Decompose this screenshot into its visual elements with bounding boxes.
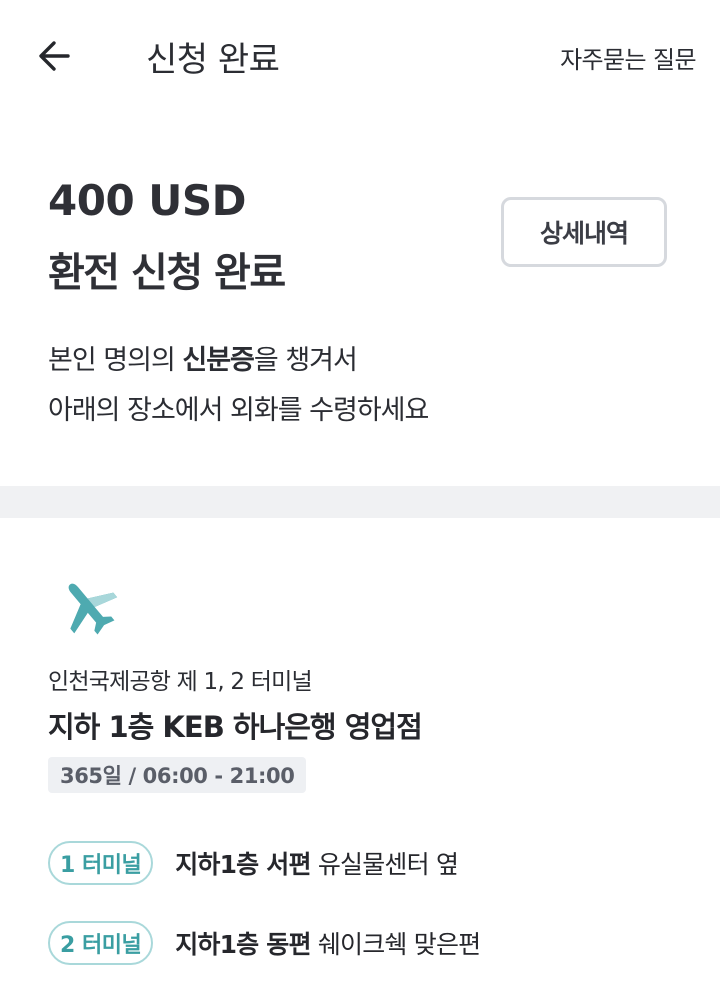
- airport-name: 인천국제공항 제 1, 2 터미널: [48, 669, 313, 695]
- branch-name: 지하 1층 KEB 하나은행 영업점: [48, 710, 423, 744]
- section-divider: [0, 486, 720, 518]
- terminal-2-badge: 2 터미널: [48, 921, 154, 965]
- pickup-instruction: 본인 명의의 신분증을 챙겨서 아래의 장소에서 외화를 수령하세요: [48, 336, 429, 436]
- terminal-row-2: 2 터미널 지하1층 동편 쉐이크쉑 맞은편: [48, 921, 481, 965]
- terminal-row-1: 1 터미널 지하1층 서편 유실물센터 옆: [48, 841, 459, 885]
- page-title: 신청 완료: [146, 40, 280, 80]
- exchange-status: 환전 신청 완료: [48, 250, 286, 296]
- terminal-1-location: 지하1층 서편 유실물센터 옆: [175, 850, 459, 879]
- terminal-2-location: 지하1층 동편 쉐이크쉑 맞은편: [175, 930, 481, 959]
- back-arrow-icon: [39, 41, 70, 71]
- hours-badge: 365일 / 06:00 - 21:00: [48, 757, 307, 793]
- exchange-amount: 400 USD: [48, 176, 247, 225]
- id-card-emphasis: 신분증: [182, 345, 255, 376]
- airplane-icon: [56, 574, 120, 638]
- details-button[interactable]: 상세내역: [501, 197, 667, 267]
- top-bar: 신청 완료 자주묻는 질문: [0, 0, 720, 110]
- terminal-1-badge: 1 터미널: [48, 841, 154, 885]
- instruction-line-1: 본인 명의의 신분증을 챙겨서: [48, 345, 358, 376]
- back-button[interactable]: [28, 30, 84, 82]
- faq-link[interactable]: 자주묻는 질문: [560, 40, 697, 75]
- instruction-line-2: 아래의 장소에서 외화를 수령하세요: [48, 395, 429, 426]
